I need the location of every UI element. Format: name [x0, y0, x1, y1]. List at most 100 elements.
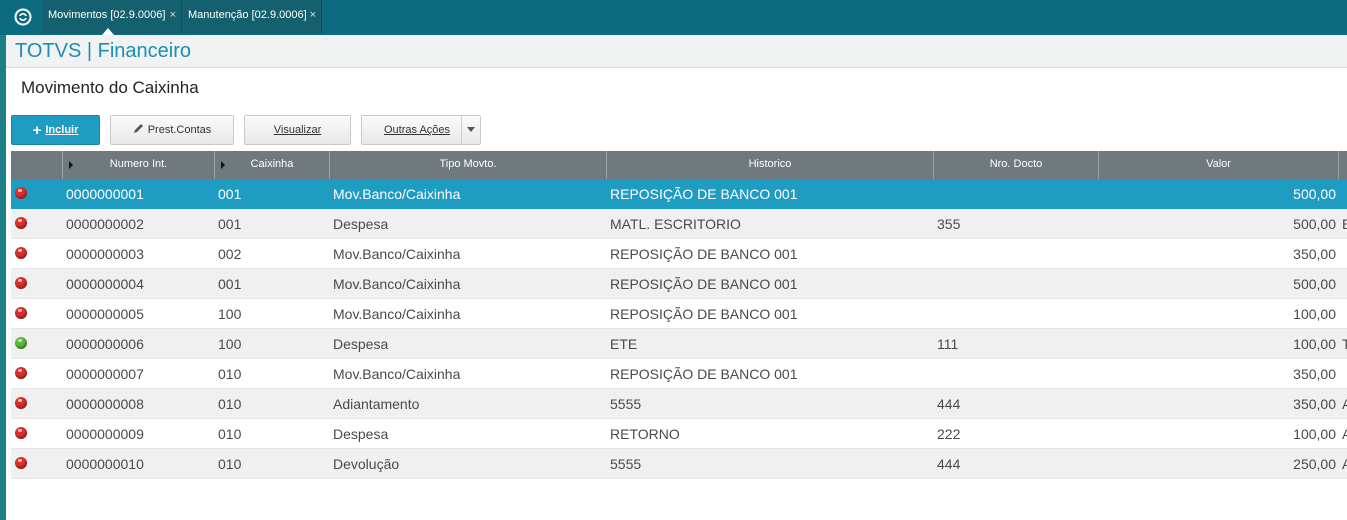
cell-docto: 222: [937, 426, 961, 442]
outras-acoes-dropdown[interactable]: Outras Ações: [361, 115, 481, 145]
cell-docto: 355: [937, 216, 961, 232]
prest-contas-label: Prest.Contas: [147, 124, 212, 136]
page-title: Movimento do Caixinha: [21, 78, 199, 97]
cell-historico: REPOSIÇÃO DE BANCO 001: [610, 366, 798, 382]
table-row[interactable]: 0000000005 100 Mov.Banco/Caixinha REPOSIÇÃO…: [11, 299, 1347, 329]
cell-tipo: Despesa: [333, 426, 389, 442]
cell-tipo: Despesa: [333, 216, 389, 232]
cell-docto: [937, 239, 1092, 269]
cell-historico: ETE: [610, 336, 638, 352]
cell-tipo: Despesa: [333, 336, 389, 352]
cell-extra: [1342, 299, 1347, 329]
sort-arrow-icon: [69, 161, 73, 169]
cell-caixinha: 010: [218, 426, 242, 442]
cell-tipo: Mov.Banco/Caixinha: [333, 276, 461, 292]
cell-valor: 100,00: [1293, 426, 1336, 442]
table-row[interactable]: 0000000002 001 Despesa MATL. ESCRITORIO 355 5…: [11, 209, 1347, 239]
status-red-icon: [15, 277, 27, 289]
chevron-down-icon[interactable]: [467, 127, 475, 132]
cell-numero: 0000000005: [66, 306, 144, 322]
cell-numero: 0000000004: [66, 276, 144, 292]
cell-caixinha: 010: [218, 456, 242, 472]
cell-caixinha: 100: [218, 306, 242, 322]
cell-historico: REPOSIÇÃO DE BANCO 001: [610, 276, 798, 292]
cell-extra: T: [1342, 336, 1347, 352]
cell-valor: 350,00: [1293, 396, 1336, 412]
cell-historico: REPOSIÇÃO DE BANCO 001: [610, 246, 798, 262]
cell-valor: 500,00: [1293, 186, 1336, 202]
header-numero-int[interactable]: Numero Int.: [63, 151, 215, 179]
table-row[interactable]: 0000000009 010 Despesa RETORNO 222 100,00 A: [11, 419, 1347, 449]
tab-label: Movimentos [02.9.0006]: [48, 9, 166, 21]
status-red-icon: [15, 187, 27, 199]
cell-docto: 444: [937, 396, 961, 412]
cell-numero: 0000000001: [66, 186, 144, 202]
pencil-icon: [133, 123, 144, 137]
header-caixinha[interactable]: Caixinha: [215, 151, 330, 179]
cell-numero: 0000000010: [66, 456, 144, 472]
cell-docto: [937, 179, 1092, 209]
status-red-icon: [15, 397, 27, 409]
cell-tipo: Mov.Banco/Caixinha: [333, 186, 461, 202]
cell-valor: 100,00: [1293, 336, 1336, 352]
cell-caixinha: 010: [218, 396, 242, 412]
cell-historico: 5555: [610, 396, 642, 412]
prest-contas-button[interactable]: Prest.Contas: [110, 115, 234, 145]
header-status[interactable]: [11, 151, 63, 179]
tab-movimentos[interactable]: Movimentos [02.9.0006] ×: [42, 0, 182, 35]
cell-extra: [1342, 179, 1347, 209]
cell-tipo: Devolução: [333, 456, 400, 472]
table-row[interactable]: 0000000001 001 Mov.Banco/Caixinha REPOSIÇÃO…: [11, 179, 1347, 209]
cell-numero: 0000000006: [66, 336, 144, 352]
cell-extra: [1342, 269, 1347, 299]
cell-numero: 0000000007: [66, 366, 144, 382]
table-row[interactable]: 0000000004 001 Mov.Banco/Caixinha REPOSIÇÃO…: [11, 269, 1347, 299]
cell-tipo: Mov.Banco/Caixinha: [333, 366, 461, 382]
cell-numero: 0000000003: [66, 246, 144, 262]
cell-extra: [1342, 239, 1347, 269]
cell-extra: A: [1342, 456, 1347, 472]
visualizar-button[interactable]: Visualizar: [244, 115, 351, 145]
tab-manutencao[interactable]: Manutenção [02.9.0006] ×: [182, 0, 322, 33]
cell-numero: 0000000009: [66, 426, 144, 442]
cell-caixinha: 010: [218, 366, 242, 382]
cell-docto: [937, 359, 1092, 389]
status-red-icon: [15, 307, 27, 319]
plus-icon: +: [32, 121, 42, 139]
table-row[interactable]: 0000000007 010 Mov.Banco/Caixinha REPOSIÇÃO…: [11, 359, 1347, 389]
cell-valor: 350,00: [1293, 246, 1336, 262]
cell-historico: RETORNO: [610, 426, 680, 442]
status-green-icon: [15, 337, 27, 349]
header-valor[interactable]: Valor: [1099, 151, 1339, 179]
table-row[interactable]: 0000000008 010 Adiantamento 5555 444 350,00 A: [11, 389, 1347, 419]
app-header: TOTVS | Financeiro: [6, 35, 1347, 68]
cell-caixinha: 001: [218, 276, 242, 292]
cell-historico: REPOSIÇÃO DE BANCO 001: [610, 186, 798, 202]
status-red-icon: [15, 427, 27, 439]
header-tipo-movto[interactable]: Tipo Movto.: [330, 151, 607, 179]
cell-extra: E: [1342, 216, 1347, 232]
tab-label: Manutenção [02.9.0006]: [188, 9, 307, 21]
status-red-icon: [15, 217, 27, 229]
cell-docto: [937, 269, 1092, 299]
cell-extra: [1342, 359, 1347, 389]
incluir-button[interactable]: + Incluir: [11, 115, 100, 145]
outras-acoes-label: Outras Ações: [384, 124, 451, 136]
left-edge-strip: [0, 35, 6, 520]
header-nro-docto[interactable]: Nro. Docto: [934, 151, 1099, 179]
close-icon[interactable]: ×: [310, 0, 316, 31]
table-row[interactable]: 0000000006 100 Despesa ETE 111 100,00 T: [11, 329, 1347, 359]
table-row[interactable]: 0000000003 002 Mov.Banco/Caixinha REPOSIÇÃO…: [11, 239, 1347, 269]
cell-tipo: Mov.Banco/Caixinha: [333, 306, 461, 322]
cell-tipo: Mov.Banco/Caixinha: [333, 246, 461, 262]
visualizar-label: Visualizar: [273, 124, 322, 136]
cell-historico: MATL. ESCRITORIO: [610, 216, 741, 232]
close-icon[interactable]: ×: [170, 0, 176, 31]
header-historico[interactable]: Historico: [607, 151, 934, 179]
cell-valor: 500,00: [1293, 216, 1336, 232]
cell-valor: 500,00: [1293, 276, 1336, 292]
cell-extra: A: [1342, 426, 1347, 442]
cell-docto: 111: [937, 336, 959, 352]
table-row[interactable]: 0000000010 010 Devolução 5555 444 250,00 A: [11, 449, 1347, 479]
totvs-logo-icon[interactable]: [12, 6, 34, 28]
